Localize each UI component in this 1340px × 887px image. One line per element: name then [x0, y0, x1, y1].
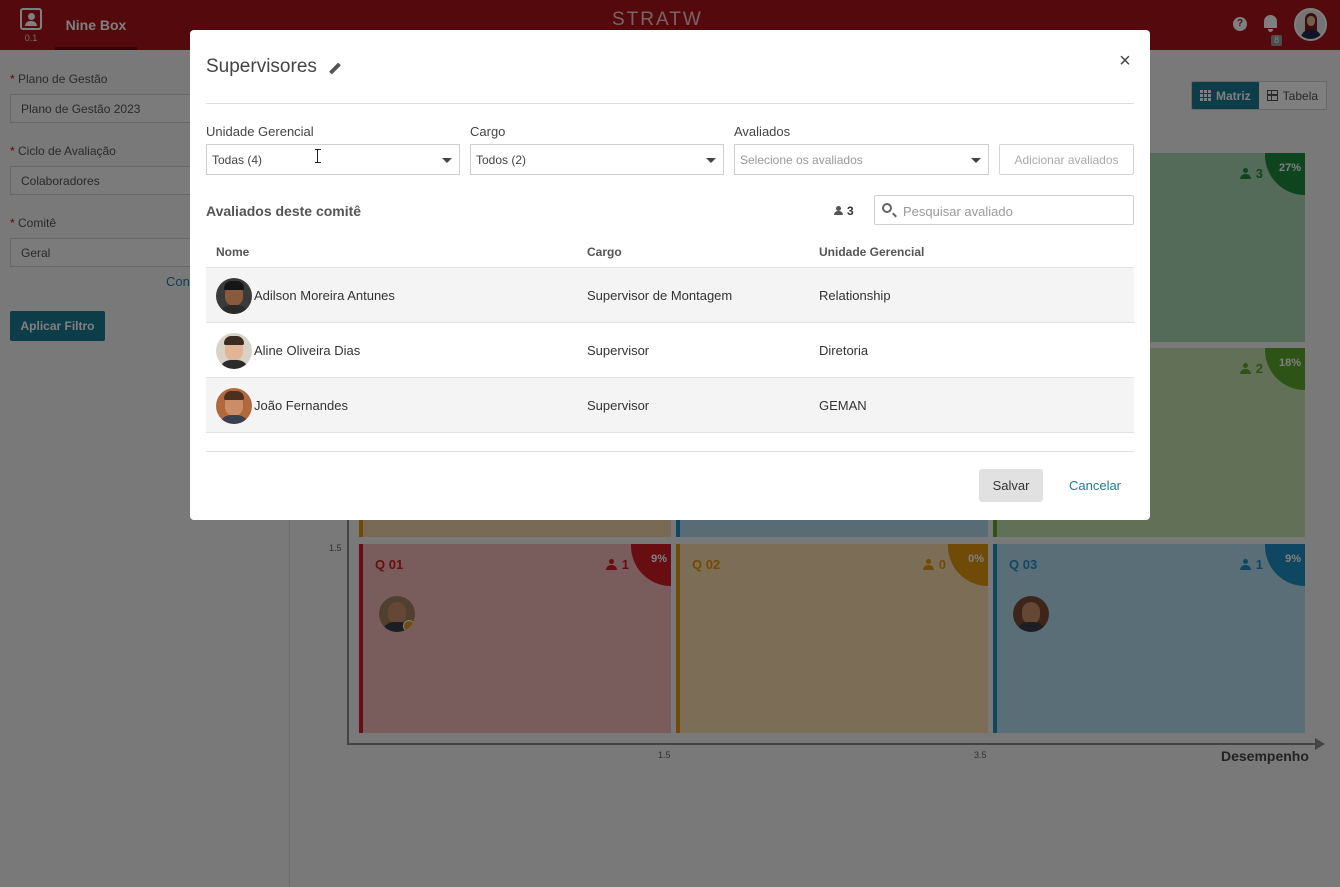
column-header-nome[interactable]: Nome	[216, 245, 249, 259]
chevron-down-icon	[971, 158, 981, 163]
unidade-label: Unidade Gerencial	[206, 124, 314, 139]
column-header-unidade[interactable]: Unidade Gerencial	[819, 245, 924, 259]
unidade-select[interactable]: Todas (4)	[206, 144, 460, 175]
section-title: Avaliados deste comitê	[206, 203, 362, 219]
avaliados-count: 3	[834, 204, 854, 218]
cargo-label: Cargo	[470, 124, 506, 139]
row-unidade: Diretoria	[819, 343, 869, 358]
chevron-down-icon	[706, 158, 716, 163]
modal-title: Supervisores	[206, 56, 317, 77]
row-name: Aline Oliveira Dias	[254, 343, 361, 358]
close-icon[interactable]: ×	[1116, 51, 1134, 71]
avatar	[216, 333, 252, 369]
avatar	[216, 278, 252, 314]
avaliados-select[interactable]: Selecione os avaliados	[734, 144, 989, 175]
divider	[206, 451, 1134, 452]
row-unidade: Relationship	[819, 288, 891, 303]
avatar	[216, 388, 252, 424]
search-input[interactable]	[903, 202, 1123, 220]
column-header-cargo[interactable]: Cargo	[587, 245, 622, 259]
cargo-select[interactable]: Todos (2)	[470, 144, 724, 175]
table-row[interactable]: Adilson Moreira Antunes Supervisor de Mo…	[206, 268, 1134, 323]
row-cargo: Supervisor	[587, 398, 650, 413]
avaliados-label: Avaliados	[734, 124, 791, 139]
edit-pencil-icon[interactable]	[328, 62, 342, 76]
chevron-down-icon	[442, 158, 452, 163]
search-box	[874, 195, 1134, 225]
table-row[interactable]: Aline Oliveira Dias Supervisor Diretoria	[206, 323, 1134, 378]
row-name: Adilson Moreira Antunes	[254, 288, 395, 303]
text-cursor-icon	[315, 149, 321, 163]
save-button[interactable]: Salvar	[979, 469, 1043, 502]
cancel-button[interactable]: Cancelar	[1060, 469, 1130, 502]
add-avaliados-button[interactable]: Adicionar avaliados	[999, 144, 1134, 175]
search-icon	[882, 203, 892, 213]
row-cargo: Supervisor	[587, 343, 650, 358]
row-unidade: GEMAN	[819, 398, 867, 413]
table-row[interactable]: João Fernandes Supervisor GEMAN	[206, 378, 1134, 433]
person-icon	[834, 206, 843, 216]
supervisores-modal: Supervisores × Unidade Gerencial Todas (…	[190, 30, 1150, 520]
divider	[206, 103, 1134, 104]
row-name: João Fernandes	[254, 398, 348, 413]
row-cargo: Supervisor de Montagem	[587, 288, 733, 303]
